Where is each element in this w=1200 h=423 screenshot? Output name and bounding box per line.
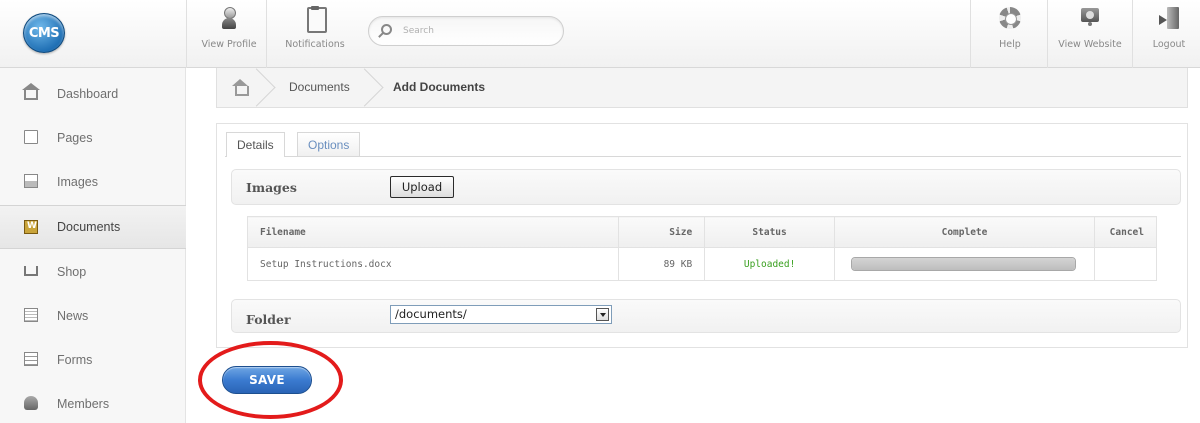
divider (186, 0, 187, 68)
sidebar-item-label: Dashboard (57, 87, 119, 101)
sidebar-item-label: Shop (57, 265, 87, 279)
cancel-cell[interactable] (1093, 247, 1158, 281)
table-row: Setup Instructions.docx 89 KB Uploaded! (246, 247, 1158, 281)
clipboard-icon (303, 6, 327, 33)
notifications-button[interactable]: Notifications (280, 6, 350, 62)
breadcrumb: Documents Add Documents (216, 68, 1188, 108)
upload-button[interactable]: Upload (390, 176, 454, 198)
chevron-down-icon[interactable] (596, 308, 609, 321)
divider (1047, 0, 1048, 68)
sidebar-item-label: News (57, 309, 89, 323)
top-bar: CMS View Profile Notifications Help View… (0, 0, 1200, 68)
status-cell: Uploaded! (704, 247, 836, 281)
folder-select[interactable]: /documents/ (390, 305, 612, 324)
image-icon (24, 174, 38, 188)
view-profile-button[interactable]: View Profile (198, 6, 260, 62)
column-header-size: Size (618, 216, 706, 248)
upload-progress-fill (852, 258, 1076, 270)
search-icon (381, 24, 392, 35)
help-button[interactable]: Help (980, 6, 1040, 62)
sidebar-item-shop[interactable]: Shop (0, 250, 186, 294)
filename-cell: Setup Instructions.docx (246, 247, 620, 281)
view-website-button[interactable]: View Website (1054, 6, 1126, 62)
tab-details[interactable]: Details (226, 132, 285, 157)
sidebar-item-label: Documents (57, 220, 121, 234)
camera-icon (1078, 6, 1102, 30)
divider (1132, 0, 1133, 68)
form-icon (24, 352, 38, 366)
help-icon (998, 6, 1022, 30)
folder-select-value: /documents/ (395, 307, 467, 321)
sidebar-item-news[interactable]: News (0, 294, 186, 338)
folder-section-header: Folder /documents/ (231, 299, 1181, 333)
sidebar-item-documents[interactable]: Documents (0, 205, 186, 249)
sidebar-item-dashboard[interactable]: Dashboard (0, 72, 186, 116)
members-icon (24, 396, 38, 410)
sidebar: Dashboard Pages Images Documents Shop Ne… (0, 68, 186, 423)
sidebar-item-label: Images (57, 175, 98, 189)
sidebar-item-label: Members (57, 397, 110, 411)
size-cell: 89 KB (618, 247, 706, 281)
sidebar-item-members[interactable]: Members (0, 382, 186, 423)
add-documents-panel: Details Options Images Upload Filename S… (216, 123, 1188, 348)
sidebar-item-forms[interactable]: Forms (0, 338, 186, 382)
search-box[interactable] (368, 16, 564, 46)
folder-section-label: Folder (246, 312, 291, 327)
tab-divider (225, 156, 1181, 157)
cart-icon (24, 266, 38, 276)
column-header-cancel: Cancel (1093, 216, 1158, 248)
sidebar-item-label: Forms (57, 353, 93, 367)
divider (970, 0, 971, 68)
upload-progress-bar (851, 257, 1077, 271)
breadcrumb-documents[interactable]: Documents (289, 80, 350, 94)
divider (266, 0, 267, 68)
logout-icon (1157, 6, 1181, 30)
breadcrumb-separator (365, 68, 379, 108)
column-header-complete: Complete (834, 216, 1095, 248)
breadcrumb-current: Add Documents (393, 80, 486, 94)
breadcrumb-separator (257, 68, 271, 108)
profile-icon (217, 6, 241, 30)
upload-file-table: Filename Size Status Complete Cancel Set… (246, 216, 1158, 281)
images-section-label: Images (246, 180, 297, 195)
page-icon (24, 130, 38, 144)
document-icon (24, 220, 38, 234)
column-header-status: Status (704, 216, 836, 248)
complete-cell (834, 247, 1095, 281)
column-header-filename: Filename (246, 216, 620, 248)
cms-logo[interactable]: CMS (23, 13, 65, 53)
images-section-header: Images Upload (231, 169, 1181, 205)
save-button[interactable]: SAVE (222, 366, 312, 394)
news-icon (24, 308, 38, 322)
sidebar-item-images[interactable]: Images (0, 160, 186, 204)
sidebar-item-label: Pages (57, 131, 93, 145)
home-icon (22, 83, 40, 100)
tab-options[interactable]: Options (297, 132, 361, 156)
sidebar-item-pages[interactable]: Pages (0, 116, 186, 160)
logout-button[interactable]: Logout (1140, 6, 1198, 62)
search-input[interactable] (403, 23, 553, 39)
